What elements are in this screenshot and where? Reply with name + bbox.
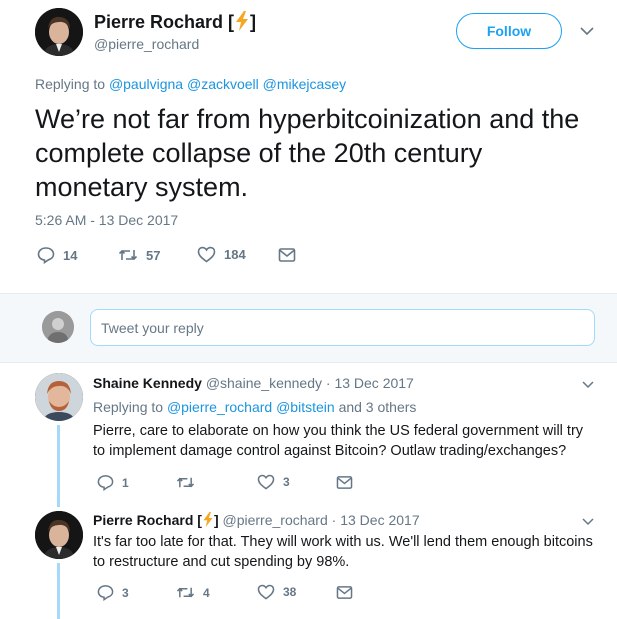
author-name-text: Pierre Rochard [: [94, 12, 235, 32]
author-avatar[interactable]: [35, 8, 83, 56]
direct-message-action[interactable]: [278, 247, 296, 263]
current-user-avatar: [42, 311, 74, 343]
reply-header: Pierre Rochard [] @pierre_rochard · 13 D…: [93, 512, 420, 528]
replying-label: Replying to: [93, 399, 164, 415]
reply-author-name[interactable]: Pierre Rochard []: [93, 512, 219, 528]
chevron-down-icon[interactable]: [580, 376, 596, 392]
direct-message-action[interactable]: [336, 585, 353, 600]
tweet-timestamp[interactable]: 5:26 AM - 13 Dec 2017: [35, 212, 178, 228]
like-action[interactable]: 38: [257, 584, 296, 600]
reply-icon: [97, 475, 114, 491]
replying-label: Replying to: [35, 76, 106, 92]
thread-line: [57, 563, 60, 619]
follow-button[interactable]: Follow: [456, 13, 562, 49]
reply-replying-to: Replying to @pierre_rochard @bitstein an…: [93, 399, 416, 415]
reply-action[interactable]: 14: [37, 246, 77, 264]
retweet-icon: [176, 587, 195, 598]
author-handle[interactable]: @pierre_rochard: [94, 36, 199, 52]
reply-date[interactable]: · 13 Dec 2017: [326, 375, 414, 391]
reply-author-name[interactable]: Shaine Kennedy: [93, 375, 202, 391]
replying-to-links[interactable]: @paulvigna @zackvoell @mikejcasey: [109, 76, 346, 92]
chevron-down-icon[interactable]: [580, 513, 596, 529]
replying-to: Replying to @paulvigna @zackvoell @mikej…: [35, 76, 346, 92]
heart-icon: [257, 584, 275, 600]
reply-icon: [97, 585, 114, 601]
reply-author-name-text: Pierre Rochard [: [93, 512, 202, 528]
like-action[interactable]: 3: [257, 474, 290, 490]
reply-text: It's far too late for that. They will wo…: [93, 534, 593, 570]
retweet-count: 4: [203, 585, 210, 600]
like-count: 3: [283, 475, 290, 489]
reply-author-name-bracket: ]: [213, 512, 219, 528]
thread-line: [57, 425, 60, 507]
envelope-icon: [336, 476, 353, 489]
like-count: 38: [283, 585, 297, 599]
reply-text: Pierre, care to elaborate on how you thi…: [93, 423, 584, 459]
reply-author-handle[interactable]: @pierre_rochard: [223, 512, 328, 528]
lightning-icon: [236, 11, 249, 31]
reply-date[interactable]: · 13 Dec 2017: [332, 512, 420, 528]
reply-count: 14: [63, 247, 78, 263]
retweet-icon: [118, 249, 138, 261]
reply-action[interactable]: 1: [97, 474, 129, 491]
author-name-bracket: ]: [250, 12, 257, 32]
retweet-action[interactable]: 4: [176, 584, 210, 601]
replying-to-links[interactable]: @pierre_rochard @bitstein: [167, 399, 335, 415]
reply-action[interactable]: 3: [97, 584, 129, 601]
lightning-icon: [203, 512, 213, 527]
like-action[interactable]: 184: [197, 246, 246, 263]
reply-header: Shaine Kennedy @shaine_kennedy · 13 Dec …: [93, 375, 414, 391]
heart-icon: [197, 246, 216, 263]
reply-count: 1: [122, 475, 129, 490]
retweet-action[interactable]: [176, 474, 203, 491]
direct-message-action[interactable]: [336, 475, 353, 490]
envelope-icon: [336, 586, 353, 599]
like-count: 184: [224, 247, 246, 262]
retweet-icon: [176, 477, 195, 488]
reply-input[interactable]: [90, 309, 595, 346]
heart-icon: [257, 474, 275, 490]
reply-icon: [37, 247, 55, 264]
reply-author-handle[interactable]: @shaine_kennedy: [206, 375, 322, 391]
author-name[interactable]: Pierre Rochard []: [94, 11, 256, 33]
replying-more[interactable]: and 3 others: [339, 399, 417, 415]
retweet-count: 57: [146, 247, 161, 263]
chevron-down-icon[interactable]: [578, 22, 596, 40]
retweet-action[interactable]: 57: [118, 246, 160, 264]
reply-author-avatar[interactable]: [35, 373, 83, 421]
envelope-icon: [278, 248, 296, 262]
reply-count: 3: [122, 585, 129, 600]
tweet-text: We’re not far from hyperbitcoinization a…: [35, 104, 580, 202]
reply-author-avatar[interactable]: [35, 511, 83, 559]
